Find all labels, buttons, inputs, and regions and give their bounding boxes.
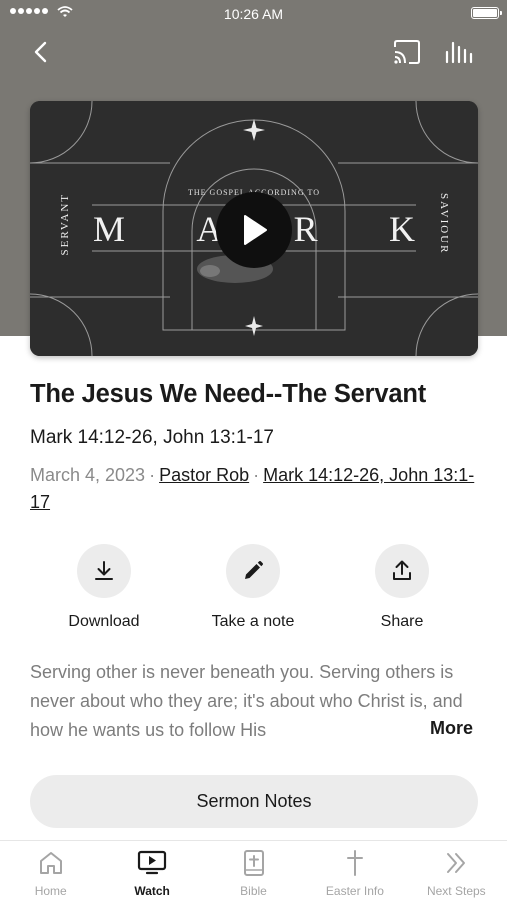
cast-icon bbox=[394, 40, 420, 64]
artwork-left-text: SERVANT bbox=[59, 193, 71, 256]
tab-bible[interactable]: Bible bbox=[203, 841, 304, 900]
sermon-meta: March 4, 2023 · Pastor Rob · Mark 14:12-26, … bbox=[30, 465, 475, 512]
audio-bars-icon bbox=[445, 41, 473, 64]
tab-label: Watch bbox=[134, 884, 170, 898]
double-chevron-icon bbox=[447, 853, 466, 873]
tab-home[interactable]: Home bbox=[0, 841, 101, 900]
tab-watch[interactable]: Watch bbox=[101, 841, 202, 900]
share-button[interactable]: Share bbox=[342, 544, 462, 631]
video-player[interactable]: THE GOSPEL ACCORDING TO M A R K SERVANT … bbox=[30, 101, 478, 356]
share-icon bbox=[393, 560, 411, 580]
more-link[interactable]: More bbox=[430, 718, 473, 739]
take-note-button[interactable]: Take a note bbox=[193, 544, 313, 631]
artwork-right-text: SAVIOUR bbox=[438, 193, 450, 255]
status-time: 10:26 AM bbox=[223, 6, 284, 22]
tab-next-steps[interactable]: Next Steps bbox=[406, 841, 507, 900]
sermon-title: The Jesus We Need--The Servant bbox=[30, 380, 426, 408]
battery-icon bbox=[471, 7, 502, 19]
pencil-icon bbox=[245, 560, 264, 579]
tab-easter-info[interactable]: Easter Info bbox=[304, 841, 405, 900]
download-button[interactable]: Download bbox=[44, 544, 164, 631]
tv-play-icon bbox=[138, 850, 167, 875]
play-button[interactable] bbox=[216, 192, 292, 268]
chevron-left-icon bbox=[34, 41, 47, 63]
download-label: Download bbox=[68, 613, 140, 630]
play-icon bbox=[244, 215, 267, 245]
status-bar: 10:26 AM bbox=[0, 0, 507, 28]
tab-label: Easter Info bbox=[325, 884, 384, 898]
tab-label: Home bbox=[34, 884, 67, 898]
home-icon bbox=[39, 852, 62, 874]
tab-label: Next Steps bbox=[426, 884, 486, 898]
tab-bar: Home Watch Bible Easter Info Next Steps bbox=[0, 840, 507, 900]
tab-label: Bible bbox=[240, 884, 267, 898]
cast-button[interactable] bbox=[392, 38, 422, 66]
sermon-scripture: Mark 14:12-26, John 13:1-17 bbox=[30, 427, 274, 448]
audio-button[interactable] bbox=[444, 38, 476, 66]
bible-icon bbox=[243, 850, 264, 876]
artwork-title-letter: M bbox=[93, 209, 126, 249]
speaker-link[interactable]: Pastor Rob bbox=[159, 465, 249, 485]
artwork-title-letter: K bbox=[388, 209, 415, 249]
back-button[interactable] bbox=[28, 36, 56, 68]
share-label: Share bbox=[380, 613, 424, 630]
sermon-notes-button[interactable]: Sermon Notes bbox=[30, 775, 478, 828]
description-fade bbox=[340, 716, 430, 746]
download-icon bbox=[95, 561, 113, 580]
sermon-date: March 4, 2023 bbox=[30, 465, 146, 485]
cross-icon bbox=[346, 850, 363, 876]
take-note-label: Take a note bbox=[211, 613, 295, 630]
artwork-title-letter: R bbox=[293, 209, 318, 249]
